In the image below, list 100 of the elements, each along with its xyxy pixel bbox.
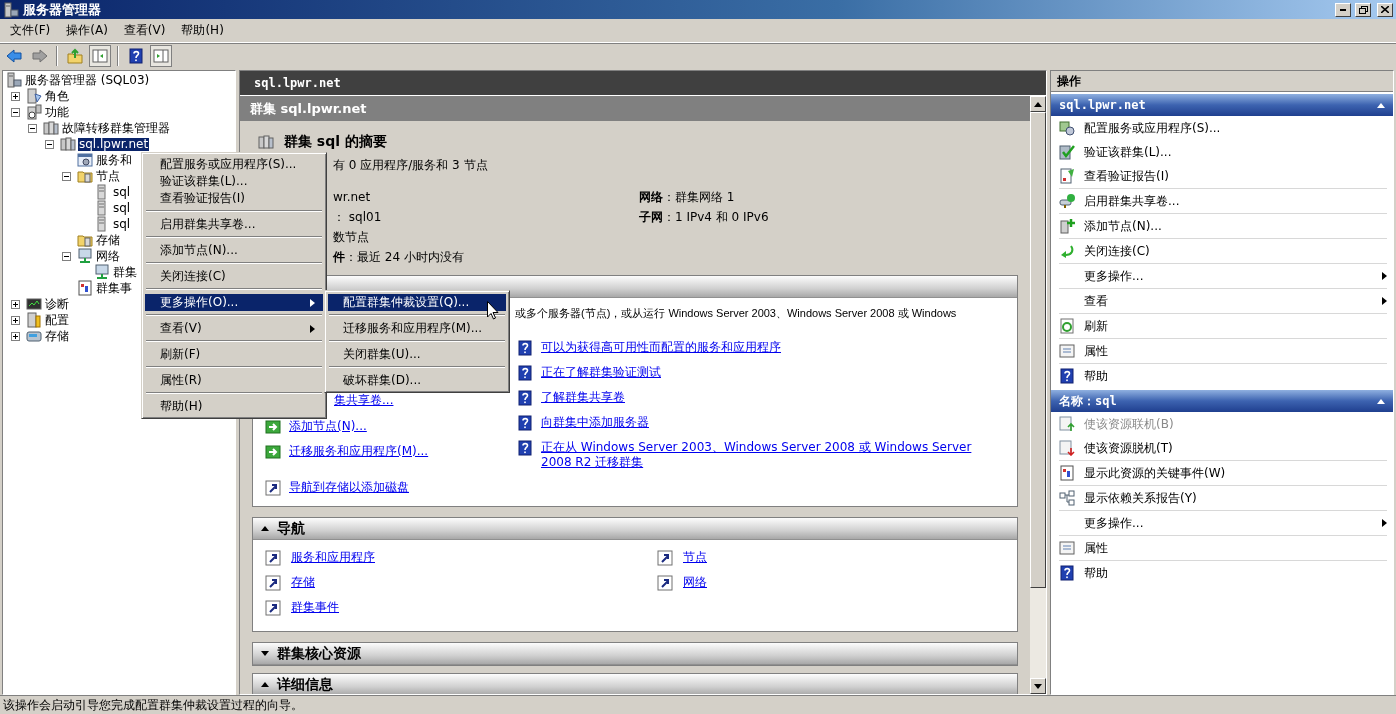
servers-icon <box>60 136 76 152</box>
collapse-caret-icon <box>1377 398 1385 404</box>
help-icon <box>128 48 144 64</box>
task-link[interactable]: 添加节点(N)... <box>289 419 367 434</box>
collapse-toggle[interactable] <box>62 251 71 261</box>
tree-item[interactable]: sql <box>112 201 132 215</box>
menu-item[interactable]: 破坏群集(D)... <box>328 372 506 389</box>
action-item[interactable]: 验证该群集(L)... <box>1059 140 1387 164</box>
action-item[interactable]: 帮助 <box>1059 364 1387 388</box>
menu-item[interactable]: 配置群集仲裁设置(Q)... <box>328 294 506 311</box>
expand-toggle[interactable] <box>11 315 20 325</box>
action-item[interactable]: 帮助 <box>1059 561 1387 585</box>
vertical-scrollbar[interactable] <box>1030 96 1046 694</box>
help-link[interactable]: 了解群集共享卷 <box>541 390 625 405</box>
tree-item[interactable]: 存储 <box>44 329 70 343</box>
action-item[interactable]: 使该资源脱机(T) <box>1059 436 1387 460</box>
collapse-toggle[interactable] <box>11 107 20 117</box>
mouse-pointer-icon <box>487 301 499 320</box>
section-header[interactable]: 详细信息 <box>253 674 1017 694</box>
action-item[interactable]: 更多操作... <box>1059 511 1387 535</box>
tree-item[interactable]: 服务器管理器 (SQL03) <box>24 73 151 87</box>
menu-bar-item[interactable]: 操作(A) <box>60 20 114 41</box>
action-item[interactable]: 显示依赖关系报告(Y) <box>1059 486 1387 510</box>
servers-icon <box>43 120 59 136</box>
tree-item[interactable]: sql <box>112 185 132 199</box>
help-link[interactable]: 正在从 Windows Server 2003、Windows Server 2008 或 Windows Server 2008 R2 迁移群集 <box>541 440 1005 470</box>
menu-bar-item[interactable]: 查看(V) <box>117 20 172 41</box>
action-item[interactable]: 刷新 <box>1059 314 1387 338</box>
action-item[interactable]: 查看 <box>1059 289 1387 313</box>
menu-item[interactable]: 属性(R) <box>145 372 323 389</box>
help-link[interactable]: 正在了解群集验证测试 <box>541 365 661 380</box>
tree-item[interactable]: 故障转移群集管理器 <box>61 121 171 135</box>
menu-item[interactable]: 帮助(H) <box>145 398 323 415</box>
menu-item[interactable]: 添加节点(N)... <box>145 242 323 259</box>
show-tree-button[interactable] <box>89 45 111 67</box>
expand-toggle[interactable] <box>11 331 20 341</box>
menu-bar-item[interactable]: 文件(F) <box>4 20 57 41</box>
action-item[interactable]: 配置服务或应用程序(S)... <box>1059 116 1387 140</box>
actions-title: 操作 <box>1051 71 1393 92</box>
help-icon <box>1059 565 1075 581</box>
report-icon <box>1059 168 1075 184</box>
event-log-icon <box>1059 465 1075 481</box>
navigation-link[interactable]: 服务和应用程序 <box>291 550 375 565</box>
navigation-link[interactable]: 节点 <box>683 550 707 565</box>
tree-item[interactable]: 节点 <box>95 169 121 183</box>
tree-item[interactable]: 角色 <box>44 89 70 103</box>
collapse-toggle[interactable] <box>45 139 54 149</box>
action-item[interactable]: 更多操作... <box>1059 264 1387 288</box>
navigation-link[interactable]: 存储 <box>291 575 315 590</box>
action-item[interactable]: 显示此资源的关键事件(W) <box>1059 461 1387 485</box>
tree-item[interactable]: sql.lpwr.net <box>78 137 150 151</box>
task-link[interactable]: 集共享卷... <box>334 393 394 408</box>
close-button[interactable] <box>1377 2 1393 17</box>
menu-item[interactable]: 关闭群集(U)... <box>328 346 506 363</box>
collapse-toggle[interactable] <box>28 123 37 133</box>
menu-item[interactable]: 查看验证报告(I) <box>145 190 323 207</box>
task-link[interactable]: 迁移服务和应用程序(M)... <box>289 444 429 459</box>
action-item[interactable]: 关闭连接(C) <box>1059 239 1387 263</box>
tree-item[interactable]: 服务和 <box>95 153 133 167</box>
tree-item[interactable]: 功能 <box>44 105 70 119</box>
menu-item[interactable]: 迁移服务和应用程序(M)... <box>328 320 506 337</box>
tree-item[interactable]: 网络 <box>95 249 121 263</box>
tree-item[interactable]: 群集 <box>112 265 138 279</box>
navigation-link[interactable]: 群集事件 <box>291 600 339 615</box>
collapse-toggle[interactable] <box>62 171 71 181</box>
action-item[interactable]: 属性 <box>1059 536 1387 560</box>
action-item[interactable]: 属性 <box>1059 339 1387 363</box>
expand-toggle[interactable] <box>11 299 20 309</box>
section-header[interactable]: 导航 <box>253 518 1017 540</box>
expand-toggle[interactable] <box>11 91 20 101</box>
help-link[interactable]: 可以为获得高可用性而配置的服务和应用程序 <box>541 340 781 355</box>
shortcut-icon <box>657 575 673 591</box>
tree-item[interactable]: 配置 <box>44 313 70 327</box>
shortcut-icon <box>657 550 673 566</box>
actions-section-header[interactable]: sql.lpwr.net <box>1051 94 1393 116</box>
task-link[interactable]: 导航到存储以添加磁盘 <box>289 480 409 495</box>
help-link[interactable]: 向群集中添加服务器 <box>541 415 649 430</box>
action-item[interactable]: 启用群集共享卷... <box>1059 189 1387 213</box>
menu-item[interactable]: 查看(V) <box>145 320 323 337</box>
tree-item[interactable]: 存储 <box>95 233 121 247</box>
menu-item[interactable]: 刷新(F) <box>145 346 323 363</box>
actions-section-header[interactable]: 名称：sql <box>1051 390 1393 412</box>
gear-icon <box>1059 120 1075 136</box>
navigation-link[interactable]: 网络 <box>683 575 707 590</box>
tree-item[interactable]: 群集事 <box>95 281 133 295</box>
menu-item[interactable]: 启用群集共享卷... <box>145 216 323 233</box>
menu-item[interactable]: 配置服务或应用程序(S)... <box>145 156 323 173</box>
action-item[interactable]: 添加节点(N)... <box>1059 214 1387 238</box>
section-header[interactable]: 群集核心资源 <box>253 643 1017 665</box>
menu-item[interactable]: 验证该群集(L)... <box>145 173 323 190</box>
help-icon <box>517 365 533 381</box>
restore-button[interactable] <box>1355 2 1371 17</box>
tree-item[interactable]: 诊断 <box>44 297 70 311</box>
minimize-button[interactable] <box>1335 2 1351 17</box>
show-actions-button[interactable] <box>150 45 172 67</box>
action-item[interactable]: 查看验证报告(I) <box>1059 164 1387 188</box>
menu-item[interactable]: 关闭连接(C) <box>145 268 323 285</box>
menu-bar-item[interactable]: 帮助(H) <box>175 20 230 41</box>
tree-item[interactable]: sql <box>112 217 132 231</box>
menu-item[interactable]: 更多操作(O)... <box>145 294 323 311</box>
